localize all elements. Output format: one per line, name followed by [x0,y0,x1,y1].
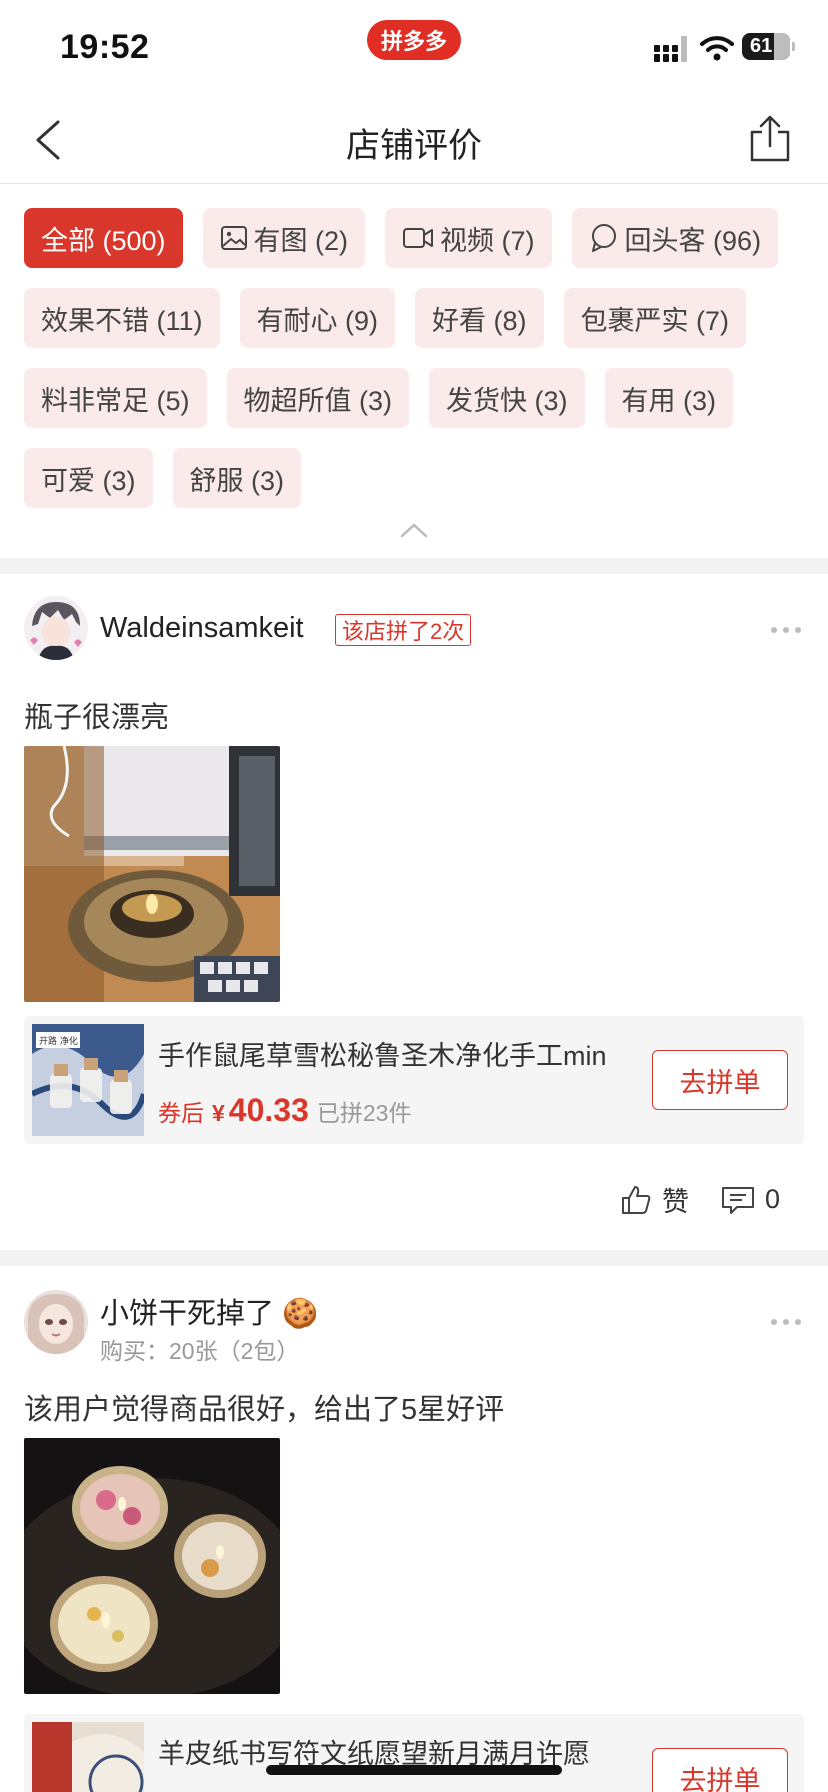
share-icon[interactable] [748,114,792,164]
product-card[interactable]: 羊皮纸书写符文纸愿望新月满月许愿 去拼单 [24,1714,804,1792]
more-options-icon[interactable] [770,1318,802,1326]
group-buy-button[interactable]: 去拼单 [652,1748,788,1792]
section-divider [0,1250,828,1266]
product-thumbnail: 开路 净化 [32,1024,144,1136]
cellular-signal-icon [654,36,687,62]
like-label: 赞 [662,1187,689,1217]
nav-bar: 店铺评价 [0,96,828,184]
filter-chip[interactable]: 包裹严实 (7) [563,288,747,348]
username-text: 小饼干死掉了 [100,1298,275,1330]
section-divider [0,558,828,574]
chevron-up-icon[interactable] [400,522,428,538]
review-photo[interactable] [24,1438,280,1694]
chip-label: 有耐心 (9) [256,305,379,336]
thumbs-up-icon [622,1185,651,1214]
comment-icon [722,1186,754,1214]
chip-label: 全部 (500) [41,225,166,256]
status-bar: 19:52 拼多多 61 [0,0,828,96]
filter-chip-with-images[interactable]: 有图 (2) [202,208,366,268]
product-card[interactable]: 开路 净化 手作鼠尾草雪松秘鲁圣木净化手工min 券后 ¥ 40.33 已拼23… [24,1016,804,1144]
review-filter-tags: 全部 (500) 有图 (2) 视频 (7) 回头客 (96) 效果不错 (11… [24,208,814,528]
review-actions: 赞 0 [620,1180,780,1219]
comment-button[interactable]: 0 [721,1184,780,1215]
filter-chip-returning-customer[interactable]: 回头客 (96) [571,208,779,268]
filter-chip[interactable]: 好看 (8) [415,288,544,348]
avatar[interactable] [24,596,88,660]
video-icon [403,228,434,248]
filter-chip[interactable]: 效果不错 (11) [24,288,220,348]
chip-label: 包裹严实 (7) [580,305,730,336]
product-name: 手作鼠尾草雪松秘鲁圣木净化手工min [158,1041,607,1071]
chip-label: 回头客 (96) [624,225,762,256]
image-icon [220,226,247,250]
filter-chip[interactable]: 发货快 (3) [429,368,585,428]
price-row: 券后 ¥ 40.33 已拼23件 [158,1092,411,1129]
review-text: 瓶子很漂亮 [24,702,170,734]
chip-label: 料非常足 (5) [41,385,190,416]
filter-chip[interactable]: 有用 (3) [604,368,733,428]
thumb-label: 开路 净化 [39,1035,78,1047]
currency-symbol: ¥ [212,1100,225,1126]
review-username[interactable]: Waldeinsamkeit [100,612,304,645]
chip-label: 发货快 (3) [446,385,568,416]
chip-label: 视频 (7) [440,225,535,256]
sold-count: 已拼23件 [316,1100,412,1126]
page-title: 店铺评价 [346,127,482,165]
chip-label: 舒服 (3) [189,465,285,496]
product-thumbnail [32,1722,144,1792]
avatar[interactable] [24,1290,88,1354]
purchase-info: 购买：20张（2包） [100,1338,300,1364]
home-indicator [266,1765,562,1775]
filter-chip[interactable]: 可爱 (3) [24,448,153,508]
app-badge: 拼多多 [367,20,461,60]
comment-count: 0 [765,1184,781,1214]
battery-level: 61 [750,35,773,57]
filter-chip[interactable]: 舒服 (3) [172,448,301,508]
product-price: 40.33 [228,1092,309,1128]
status-time: 19:52 [60,28,150,66]
cookie-emoji: 🍪 [282,1298,319,1330]
battery-tip [792,42,795,51]
chip-label: 有用 (3) [621,385,717,416]
like-button[interactable]: 赞 [620,1180,689,1219]
chip-label: 有图 (2) [253,225,349,256]
battery-icon: 61 [742,33,790,60]
group-buy-button[interactable]: 去拼单 [652,1050,788,1110]
wifi-icon [700,36,734,61]
chip-label: 可爱 (3) [41,465,136,496]
repeat-buyer-badge: 该店拼了2次 [335,614,472,646]
chip-label: 好看 (8) [432,305,527,336]
coupon-label: 券后 [158,1100,204,1126]
chip-label: 效果不错 (11) [41,305,203,336]
filter-chip[interactable]: 有耐心 (9) [239,288,396,348]
filter-chip-video[interactable]: 视频 (7) [385,208,552,268]
filter-chip[interactable]: 料非常足 (5) [24,368,207,428]
review-username[interactable]: 小饼干死掉了 🍪 [100,1290,318,1332]
chip-label: 物超所值 (3) [243,385,393,416]
review-photo[interactable] [24,746,280,1002]
returning-customer-icon [591,224,616,252]
filter-chip[interactable]: 物超所值 (3) [226,368,409,428]
review-text: 该用户觉得商品很好，给出了5星好评 [24,1394,505,1426]
filter-chip-all[interactable]: 全部 (500) [24,208,183,268]
more-options-icon[interactable] [770,626,802,634]
